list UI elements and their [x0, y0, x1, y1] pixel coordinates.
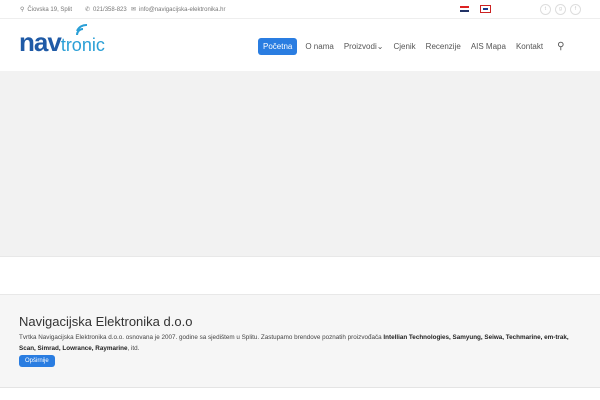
nav-proizvodi[interactable]: Proizvodi⌄	[339, 38, 389, 55]
twitter-icon[interactable]: t	[540, 4, 551, 15]
address: ⚲ Čiovska 19, Split	[20, 6, 73, 14]
top-bar: ⚲ Čiovska 19, Split ✆ 021/358-823 ✉ info@na…	[0, 0, 600, 19]
search-icon[interactable]: ⚲	[552, 37, 569, 56]
nav-ais-mapa[interactable]: AIS Mapa	[466, 38, 511, 55]
about-text: Tvrtka Navigacijska Elektronika d.o.o. o…	[19, 334, 569, 352]
nav-cjenik[interactable]: Cjenik	[388, 38, 420, 55]
envelope-icon: ✉	[131, 7, 137, 13]
phone: ✆ 021/358-823	[85, 6, 127, 14]
facebook-icon[interactable]: f	[570, 4, 581, 15]
main-nav: Početna O nama Proizvodi⌄ Cjenik Recenzi…	[258, 37, 569, 56]
google-plus-icon[interactable]: g	[555, 4, 566, 15]
email[interactable]: ✉ info@navigacijska-elektronika.hr	[131, 6, 226, 14]
phone-icon: ✆	[85, 7, 91, 13]
flag-croatian[interactable]	[460, 6, 469, 12]
about-title: Navigacijska Elektronika d.o.o	[19, 314, 193, 329]
divider-strip	[0, 256, 600, 295]
map-pin-icon: ⚲	[20, 7, 25, 13]
signal-waves-icon	[76, 23, 88, 36]
nav-o-nama[interactable]: O nama	[300, 38, 338, 55]
about-section: Navigacijska Elektronika d.o.o Tvrtka Na…	[0, 295, 600, 388]
nav-kontakt[interactable]: Kontakt	[511, 38, 548, 55]
flag-english[interactable]	[480, 5, 491, 13]
nav-pocetna[interactable]: Početna	[258, 38, 298, 55]
chevron-down-icon: ⌄	[376, 42, 384, 51]
nav-recenzije[interactable]: Recenzije	[421, 38, 466, 55]
hero-slider	[0, 71, 600, 256]
read-more-button[interactable]: Opširnije	[19, 355, 55, 367]
logo[interactable]: navtronic	[19, 23, 105, 58]
